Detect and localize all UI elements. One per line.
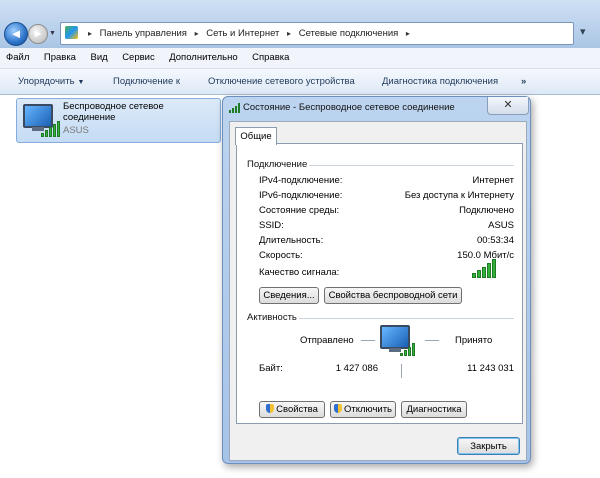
duration-value: 00:53:34 (477, 235, 514, 246)
disable-button[interactable]: Отключить (330, 401, 396, 418)
signal-strength-icon (400, 343, 416, 356)
connect-to-button[interactable]: Подключение к (113, 69, 180, 94)
tab-general[interactable]: Общие (235, 127, 277, 145)
dialog-title: Состояние - Беспроводное сетевое соедине… (243, 102, 455, 113)
connection-network-name: ASUS (63, 125, 89, 136)
diagnose-connection-button[interactable]: Диагностика подключения (382, 69, 498, 94)
diagnose-button[interactable]: Диагностика (401, 401, 467, 418)
breadcrumb-network-internet[interactable]: Сеть и Интернет (206, 28, 279, 39)
media-state-label: Состояние среды: (259, 205, 340, 216)
properties-button-label: Свойства (276, 404, 318, 415)
ipv6-value: Без доступа к Интернету (404, 190, 514, 201)
disable-button-label: Отключить (343, 404, 393, 415)
details-button[interactable]: Сведения... (259, 287, 319, 304)
connection-name: Беспроводное сетевое соединение (63, 101, 164, 123)
disable-device-button[interactable]: Отключение сетевого устройства (208, 69, 355, 94)
ssid-value: ASUS (488, 220, 514, 231)
chevron-down-icon: ▼ (77, 79, 85, 86)
menu-file[interactable]: Файл (6, 48, 29, 68)
ipv6-label: IPv6-подключение: (259, 190, 343, 201)
bytes-sent-value: 1 427 086 (335, 363, 378, 374)
control-panel-icon (65, 26, 78, 39)
breadcrumb-separator-icon[interactable]: ▸ (88, 29, 92, 38)
wireless-properties-button[interactable]: Свойства беспроводной сети (324, 287, 462, 304)
signal-quality-label: Качество сигнала: (259, 267, 340, 278)
group-divider (309, 165, 514, 166)
shield-icon (333, 404, 342, 413)
received-label: Принято (455, 335, 493, 346)
close-button[interactable]: Закрыть (457, 437, 520, 455)
ssid-label: SSID: (259, 220, 284, 231)
close-icon[interactable]: ✕ (487, 97, 529, 115)
recent-pages-dropdown-icon[interactable]: ▼ (49, 30, 56, 37)
signal-strength-icon (41, 121, 61, 137)
bytes-received-value: 11 243 031 (467, 363, 514, 374)
ipv4-value: Интернет (472, 175, 514, 186)
breadcrumb-network-connections[interactable]: Сетевые подключения (299, 28, 399, 39)
general-tab-panel: Подключение IPv4-подключение: Интернет I… (236, 143, 523, 424)
activity-group-title: Активность (247, 312, 297, 323)
connection-group-title: Подключение (247, 159, 308, 170)
breadcrumb-separator-icon[interactable]: ▸ (406, 29, 410, 38)
back-arrow-icon[interactable]: ◄ (4, 22, 28, 46)
group-divider (299, 318, 514, 319)
ipv4-label: IPv4-подключение: (259, 175, 343, 186)
breadcrumb: ▸ Панель управления ▸ Сеть и Интернет ▸ … (83, 23, 415, 44)
activity-line (361, 340, 375, 341)
menu-tools[interactable]: Сервис (122, 48, 155, 68)
status-dialog: Состояние - Беспроводное сетевое соедине… (222, 96, 531, 464)
more-commands-button[interactable]: » (521, 69, 526, 94)
menu-help[interactable]: Справка (252, 48, 289, 68)
activity-divider (401, 364, 402, 378)
media-state-value: Подключено (459, 205, 514, 216)
menu-bar: Файл Правка Вид Сервис Дополнительно Спр… (0, 48, 600, 69)
activity-line (425, 340, 439, 341)
duration-label: Длительность: (259, 235, 324, 246)
menu-advanced[interactable]: Дополнительно (169, 48, 237, 68)
address-toolbar: ◄ ► ▼ ▸ Панель управления ▸ Сеть и Интер… (0, 0, 600, 48)
bytes-label: Байт: (259, 363, 283, 374)
forward-arrow-icon[interactable]: ► (28, 24, 48, 44)
organize-label: Упорядочить (18, 76, 75, 87)
properties-button[interactable]: Свойства (259, 401, 325, 418)
signal-quality-icon (472, 259, 498, 278)
signal-strength-icon (229, 103, 242, 113)
breadcrumb-separator-icon[interactable]: ▸ (287, 29, 291, 38)
shield-icon (266, 404, 275, 413)
sent-label: Отправлено (300, 335, 354, 346)
address-dropdown-icon[interactable]: ▾ (580, 25, 586, 38)
menu-edit[interactable]: Правка (44, 48, 76, 68)
wireless-connection-item[interactable]: Беспроводное сетевое соединение ASUS (16, 98, 221, 143)
menu-view[interactable]: Вид (90, 48, 107, 68)
address-bar[interactable]: ▸ Панель управления ▸ Сеть и Интернет ▸ … (60, 22, 574, 45)
speed-label: Скорость: (259, 250, 303, 261)
organize-button[interactable]: Упорядочить ▼ (18, 69, 84, 95)
command-bar: Упорядочить ▼ Подключение к Отключение се… (0, 69, 600, 95)
breadcrumb-separator-icon[interactable]: ▸ (195, 29, 199, 38)
breadcrumb-control-panel[interactable]: Панель управления (100, 28, 187, 39)
